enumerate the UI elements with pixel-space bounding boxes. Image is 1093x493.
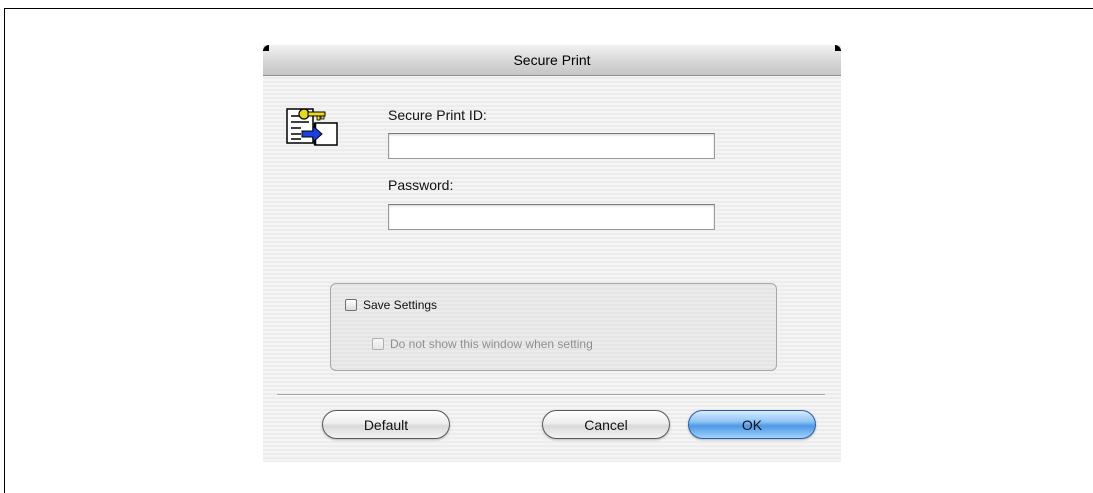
save-settings-checkbox[interactable]	[345, 299, 357, 311]
secure-print-id-input[interactable]	[388, 133, 715, 159]
save-settings-label: Save Settings	[363, 298, 438, 312]
cancel-button-label: Cancel	[584, 416, 628, 433]
settings-group-box: Save Settings Do not show this window wh…	[330, 283, 777, 371]
password-label: Password:	[388, 177, 454, 193]
save-settings-checkbox-row[interactable]: Save Settings	[345, 298, 437, 312]
secure-print-key-document-icon	[285, 105, 341, 151]
dialog-titlebar[interactable]: Secure Print	[263, 45, 841, 76]
do-not-show-checkbox[interactable]	[372, 338, 384, 350]
titlebar-corner-right	[835, 45, 841, 51]
dialog-title: Secure Print	[513, 52, 591, 68]
ok-button[interactable]: OK	[688, 410, 816, 439]
default-button-label: Default	[363, 416, 409, 433]
ok-button-label: OK	[741, 416, 763, 433]
secure-print-dialog: Secure Print Secure Print ID: Password: …	[263, 45, 841, 462]
default-button[interactable]: Default	[322, 410, 450, 439]
titlebar-corner-left	[263, 45, 269, 51]
cancel-button[interactable]: Cancel	[542, 410, 670, 439]
secure-print-id-label: Secure Print ID:	[388, 107, 487, 123]
password-input[interactable]	[388, 204, 715, 230]
button-separator	[277, 394, 825, 396]
do-not-show-label: Do not show this window when setting	[390, 337, 593, 351]
do-not-show-checkbox-row[interactable]: Do not show this window when setting	[372, 337, 593, 351]
